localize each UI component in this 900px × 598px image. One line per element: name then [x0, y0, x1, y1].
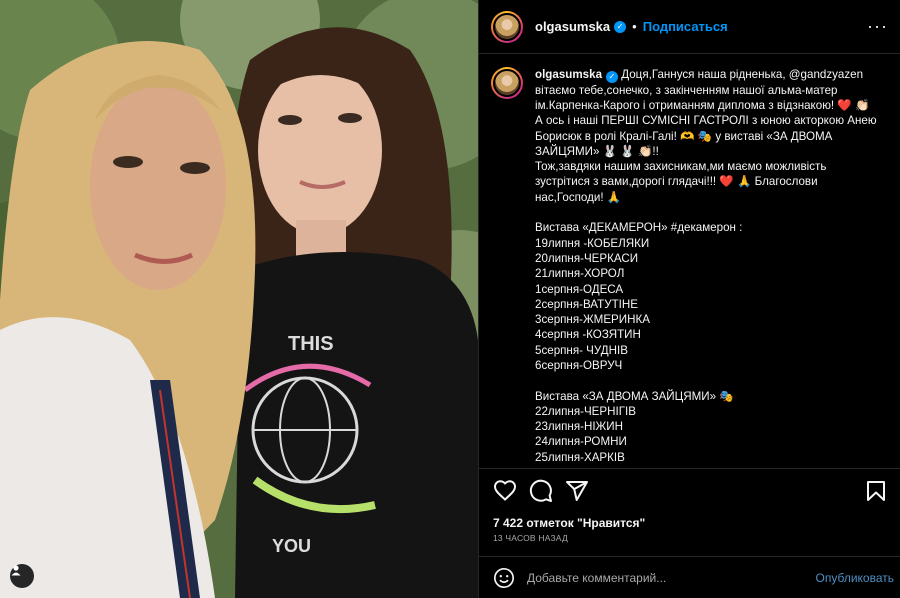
shirt-top-text: THIS	[288, 333, 334, 355]
heart-icon[interactable]	[493, 479, 517, 503]
action-bar	[493, 478, 888, 504]
post-header: olgasumska ✓ • Подписаться ···	[479, 0, 900, 54]
comment-icon[interactable]	[529, 479, 553, 503]
post-username[interactable]: olgasumska	[535, 19, 610, 34]
shirt-bottom-text: YOU	[272, 536, 311, 556]
user-tag-icon[interactable]	[10, 564, 34, 588]
comment-bar: Опубликовать	[479, 556, 900, 598]
share-icon[interactable]	[565, 479, 589, 503]
caption-row: olgasumska ✓ Доця,Ганнуся наша рідненька,…	[491, 67, 884, 465]
caption: olgasumska ✓ Доця,Ганнуся наша рідненька,…	[535, 67, 884, 465]
publish-button[interactable]: Опубликовать	[816, 571, 894, 585]
comment-input[interactable]	[527, 570, 808, 585]
caption-avatar[interactable]	[491, 67, 523, 99]
follow-button[interactable]: Подписаться	[643, 19, 728, 34]
caption-verified-icon: ✓	[606, 70, 619, 83]
photo-illustration: THIS YOU	[0, 0, 478, 598]
separator-dot: •	[632, 19, 637, 34]
avatar[interactable]	[491, 10, 523, 43]
post-time[interactable]: 13 ЧАСОВ НАЗАД	[493, 533, 568, 543]
likes-count[interactable]: 7 422 отметок "Нравится"	[493, 516, 645, 530]
caption-scroll-area[interactable]: olgasumska ✓ Доця,Ганнуся наша рідненька,…	[479, 55, 900, 469]
emoji-icon[interactable]	[493, 567, 515, 589]
caption-username[interactable]: olgasumska	[535, 68, 602, 81]
bookmark-icon[interactable]	[864, 479, 888, 503]
caption-text: Доця,Ганнуся наша рідненька, @gandzyazen…	[535, 68, 877, 464]
post-panel: olgasumska ✓ • Подписаться ··· olgasumsk…	[478, 0, 900, 598]
verified-badge-icon: ✓	[614, 20, 627, 33]
post-photo[interactable]: THIS YOU	[0, 0, 478, 598]
more-options-icon[interactable]: ···	[867, 16, 888, 37]
